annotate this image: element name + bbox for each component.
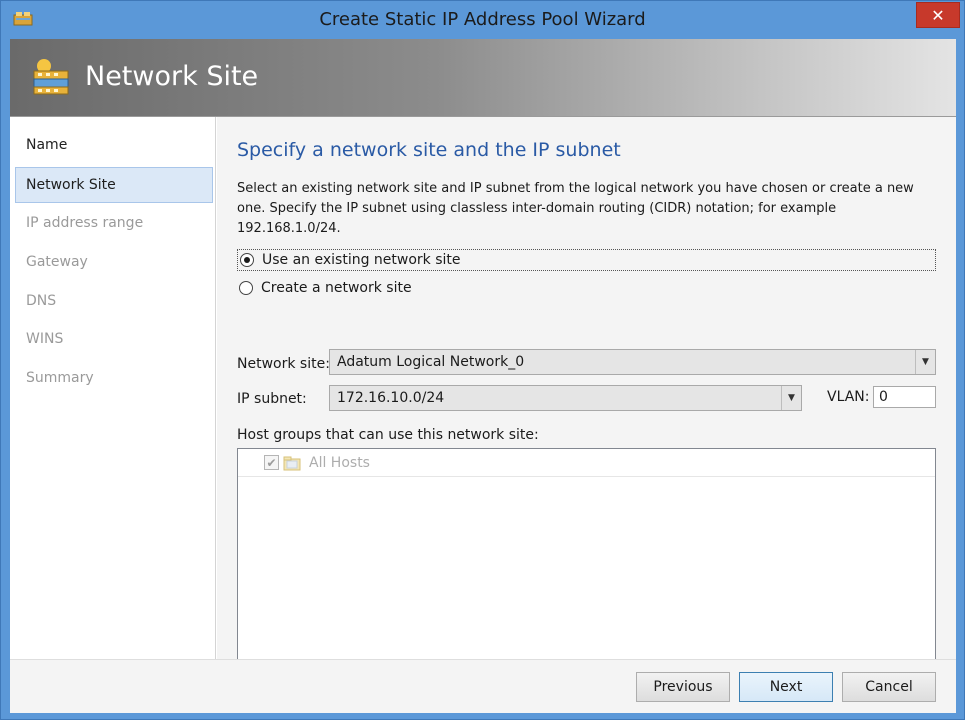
next-button-label: Next xyxy=(769,679,803,695)
radio-button-icon[interactable] xyxy=(239,281,253,295)
section-description: Select an existing network site and IP s… xyxy=(237,181,914,236)
radio-create-site[interactable]: Create a network site xyxy=(237,277,412,299)
host-groups-label: Host groups that can use this network si… xyxy=(237,427,539,443)
section-heading: Specify a network site and the IP subnet xyxy=(237,139,621,161)
wizard-content: Specify a network site and the IP subnet… xyxy=(217,117,956,678)
cancel-button-label: Cancel xyxy=(865,679,913,695)
chevron-down-icon[interactable]: ▼ xyxy=(781,386,801,410)
radio-use-existing-site[interactable]: Use an existing network site xyxy=(237,249,936,271)
wizard-client-area: Network Site Name Network Site IP addres… xyxy=(10,39,956,713)
nav-step-network-site[interactable]: Network Site xyxy=(15,167,213,203)
network-site-icon xyxy=(33,59,69,95)
ip-subnet-label: IP subnet: xyxy=(237,391,307,407)
network-site-value: Adatum Logical Network_0 xyxy=(337,354,525,370)
cancel-button[interactable]: Cancel xyxy=(842,672,936,702)
list-item[interactable]: ✔ All Hosts xyxy=(238,449,935,477)
nav-step-dns[interactable]: DNS xyxy=(15,283,213,319)
nav-step-summary[interactable]: Summary xyxy=(15,360,213,396)
close-icon: ✕ xyxy=(931,5,945,25)
wizard-footer: Previous Next Cancel xyxy=(10,659,956,713)
host-group-label: All Hosts xyxy=(309,454,370,471)
checkbox-checked-icon[interactable]: ✔ xyxy=(264,455,279,470)
nav-step-ip-address-range[interactable]: IP address range xyxy=(15,205,213,241)
chevron-down-icon[interactable]: ▼ xyxy=(915,350,935,374)
close-button[interactable]: ✕ xyxy=(916,2,960,28)
next-button[interactable]: Next xyxy=(739,672,833,702)
previous-button-label: Previous xyxy=(653,679,713,695)
nav-step-wins[interactable]: WINS xyxy=(15,321,213,357)
window-title: Create Static IP Address Pool Wizard xyxy=(319,9,646,30)
page-banner: Network Site xyxy=(10,39,956,117)
network-site-label: Network site: xyxy=(237,356,330,372)
nav-step-name[interactable]: Name xyxy=(15,127,213,163)
radio-button-selected-icon[interactable] xyxy=(240,253,254,267)
radio-create-label: Create a network site xyxy=(261,280,412,296)
network-site-dropdown[interactable]: Adatum Logical Network_0 ▼ xyxy=(329,349,936,375)
nav-step-gateway[interactable]: Gateway xyxy=(15,244,213,280)
radio-use-existing-label: Use an existing network site xyxy=(262,252,461,268)
host-group-folder-icon xyxy=(283,456,301,470)
host-groups-list[interactable]: ✔ All Hosts xyxy=(237,448,936,678)
wizard-window: Create Static IP Address Pool Wizard ✕ N… xyxy=(0,0,965,720)
ip-subnet-value: 172.16.10.0/24 xyxy=(337,390,445,406)
previous-button[interactable]: Previous xyxy=(636,672,730,702)
ip-subnet-dropdown[interactable]: 172.16.10.0/24 ▼ xyxy=(329,385,802,411)
wizard-steps-nav: Name Network Site IP address range Gatew… xyxy=(10,117,216,659)
vlan-label: VLAN: xyxy=(827,389,870,405)
title-bar[interactable]: Create Static IP Address Pool Wizard ✕ xyxy=(1,1,964,39)
page-title: Network Site xyxy=(85,61,259,92)
vlan-input[interactable]: 0 xyxy=(873,386,936,408)
